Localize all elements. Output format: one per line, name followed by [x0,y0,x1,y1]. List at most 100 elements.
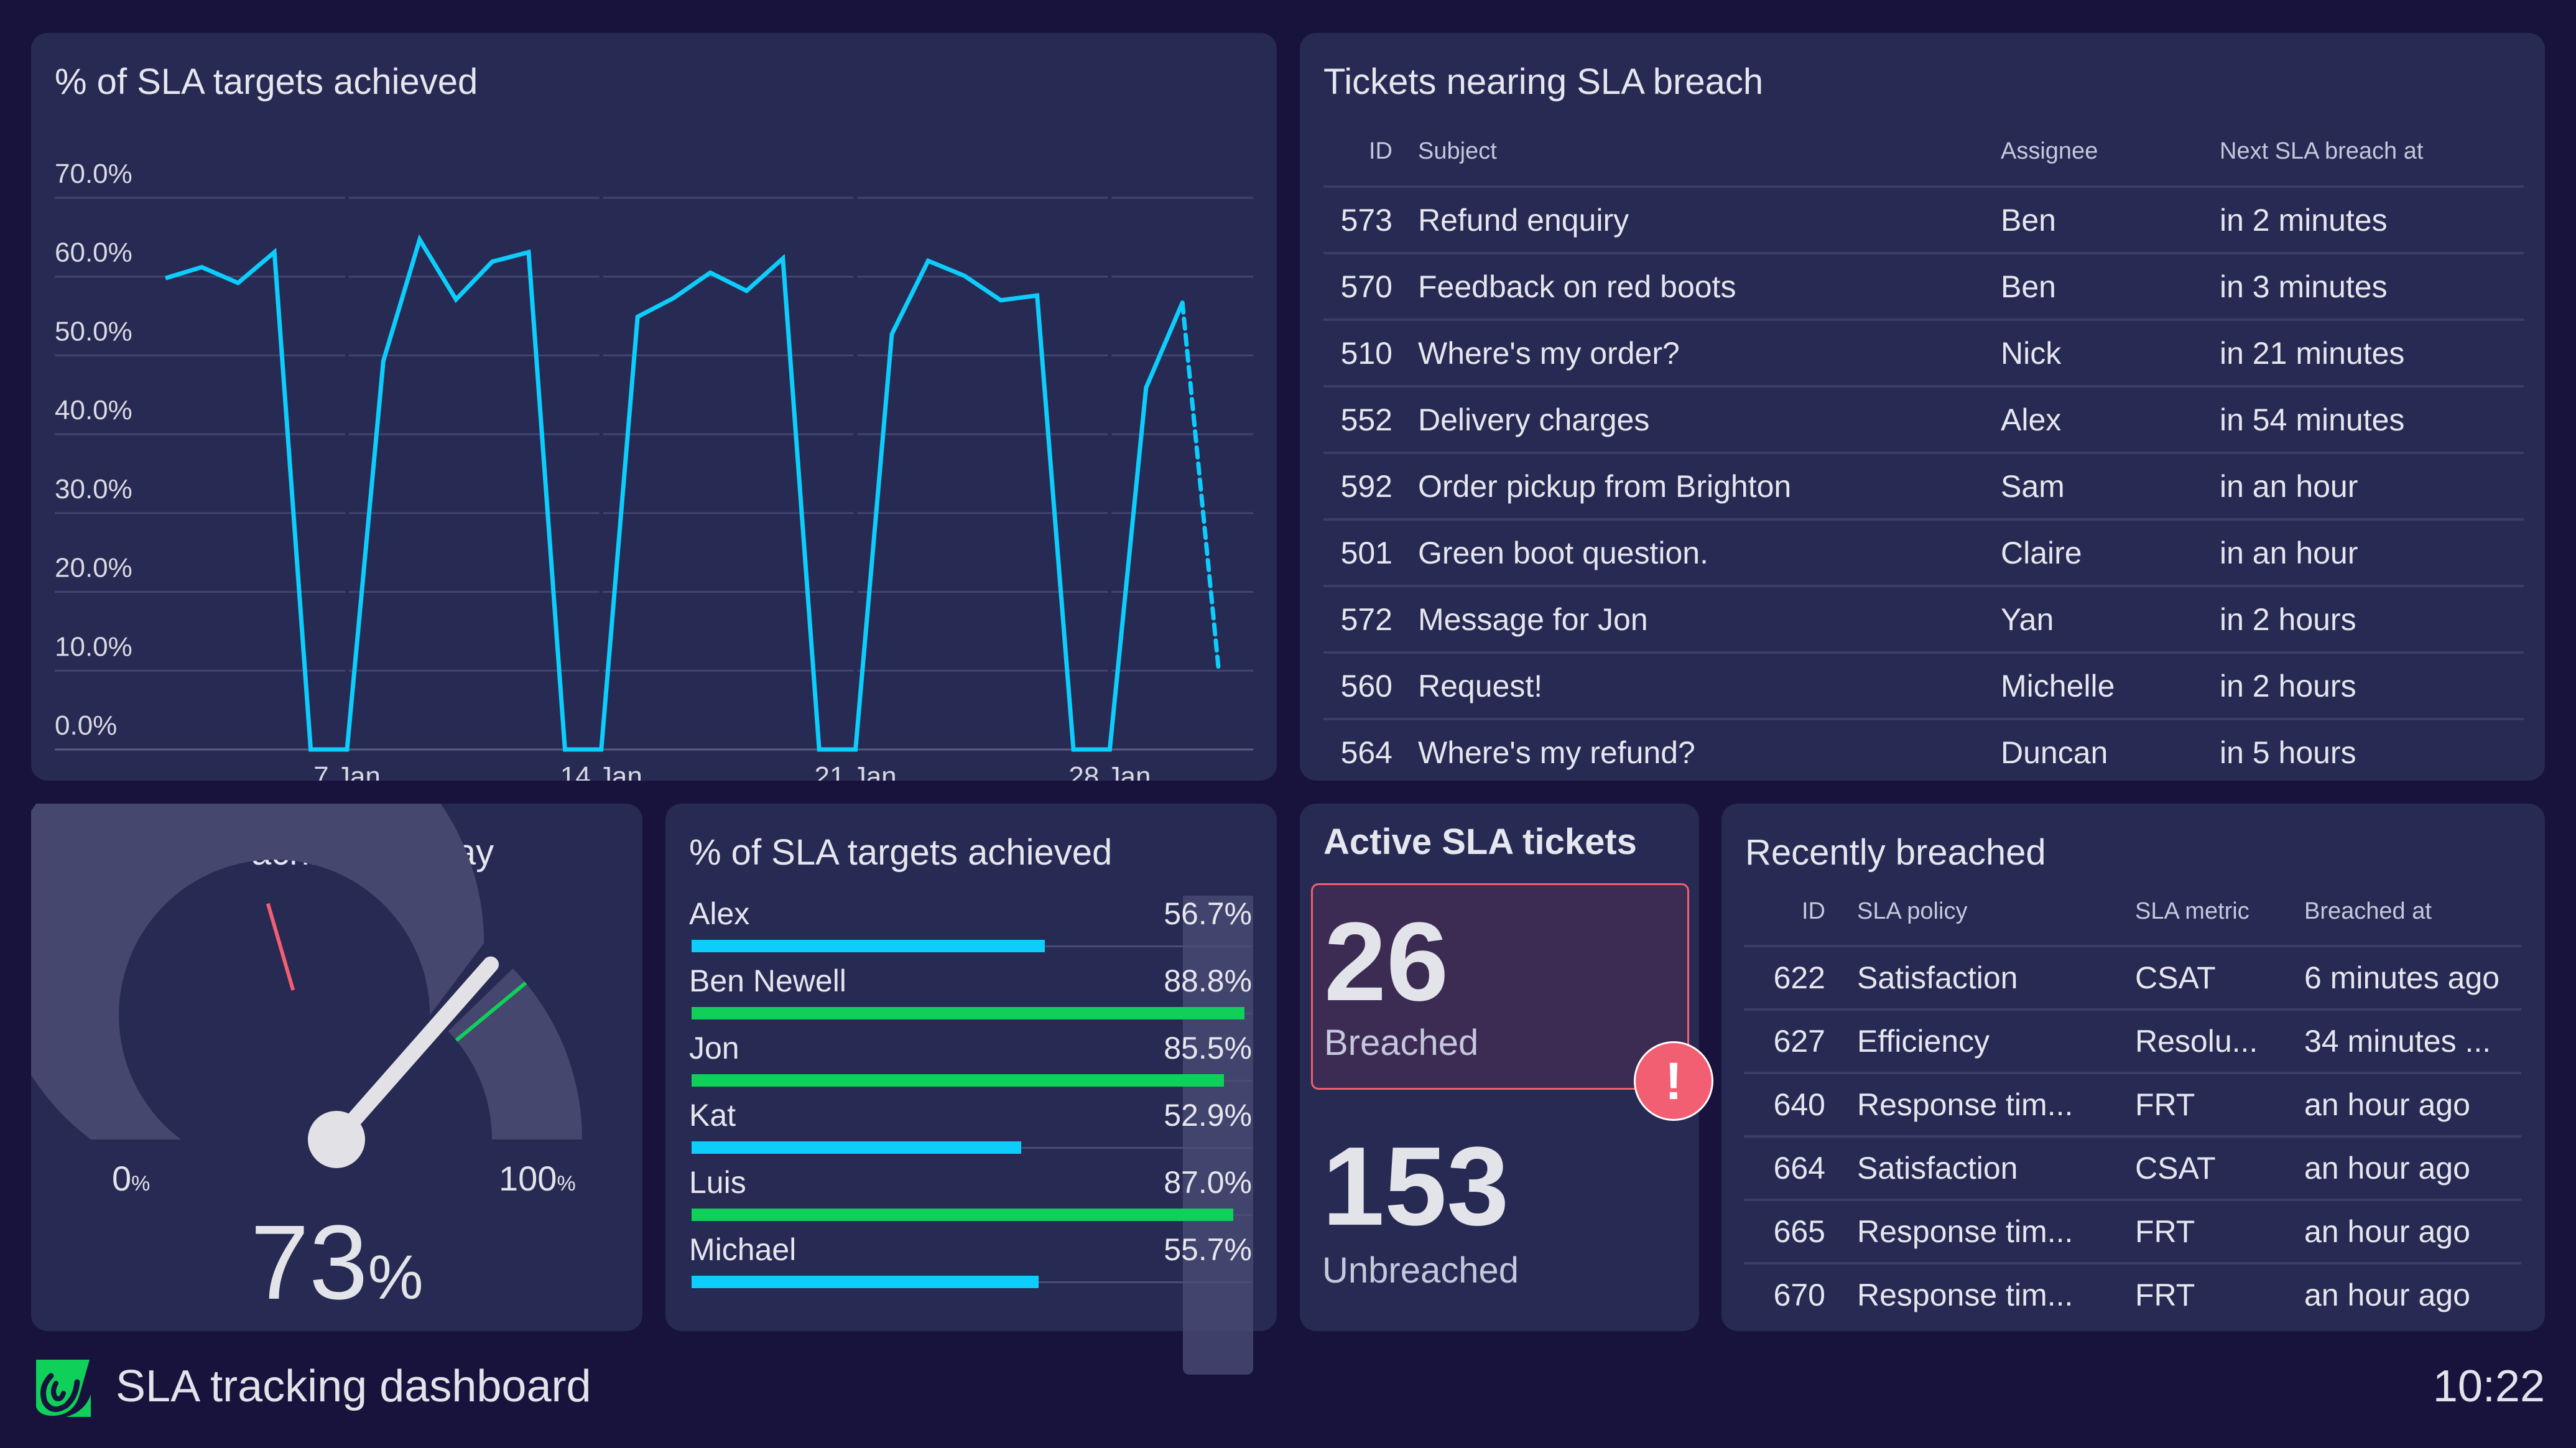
y-tick-label: 10.0% [55,631,132,662]
y-tick-label: 30.0% [55,474,132,504]
ticket-next-breach: in 5 hours [2219,718,2524,784]
ticket-next-breach: in 21 minutes [2219,318,2524,386]
bar-row: Jon 85.5% [689,1030,1252,1097]
breach-id: 665 [1744,1199,1856,1263]
gauge-needle-hub [308,1111,365,1168]
ticket-next-breach: in 2 minutes [2219,185,2524,253]
ticket-subject: Where's my refund? [1417,718,2000,784]
ticket-next-breach: in 2 hours [2219,651,2524,719]
ticket-row[interactable]: 570 Feedback on red boots Ben in 3 minutes [1323,252,2524,320]
ticket-id: 564 [1323,718,1417,784]
breach-id: 627 [1744,1008,1856,1073]
recently-breached-table: ID SLA policy SLA metric Breached at 622… [1744,878,2521,1325]
ticket-next-breach: in an hour [2219,518,2524,586]
column-header-subject: Subject [1418,137,1497,164]
table-header-row: ID Subject Assignee Next SLA breach at [1323,117,2524,187]
panel-title: Active SLA tickets [1323,822,1637,862]
breach-row[interactable]: 627 Efficiency Resolu... 34 minutes ... [1744,1008,2521,1073]
ticket-assignee: Sam [2000,452,2219,519]
series-line [164,234,1185,752]
breach-metric: FRT [2134,1262,2304,1325]
x-tick-label: 14 Jan [560,761,642,781]
bar-label: Kat [689,1098,736,1133]
ticket-next-breach: in 3 minutes [2219,252,2524,320]
breach-row[interactable]: 664 Satisfaction CSAT an hour ago [1744,1135,2521,1200]
ticket-row[interactable]: 552 Delivery charges Alex in 54 minutes [1323,385,2524,453]
ticket-id: 592 [1323,452,1417,519]
ticket-next-breach: in 54 minutes [2219,385,2524,453]
ticket-row[interactable]: 560 Request! Michelle in 2 hours [1323,651,2524,719]
bar [692,940,1045,952]
ticket-assignee: Yan [2000,585,2219,652]
panel-title: Tickets nearing SLA breach [1323,62,1764,102]
bar-row: Ben Newell 88.8% [689,963,1252,1030]
breach-policy: Satisfaction [1856,945,2134,1009]
dashboard-title: SLA tracking dashboard [116,1362,591,1411]
breached-count: 26 [1324,899,1449,1024]
bar-value-label: 87.0% [1164,1165,1252,1200]
breach-id: 622 [1744,945,1856,1009]
ticket-id: 570 [1323,252,1417,320]
ticket-row[interactable]: 564 Where's my refund? Duncan in 5 hours [1323,718,2524,784]
panel-title: % of SLA targets achieved [689,832,1113,873]
ticket-assignee: Claire [2000,518,2219,586]
swirl-logo-icon [36,1360,91,1417]
ticket-row[interactable]: 573 Refund enquiry Ben in 2 minutes [1323,185,2524,253]
gauge-max-label: 100% [499,1159,576,1198]
series-line-partial [1180,300,1221,673]
breach-policy: Response tim... [1856,1199,2134,1263]
x-tick-label: 21 Jan [815,761,897,781]
breach-row[interactable]: 622 Satisfaction CSAT 6 minutes ago [1744,945,2521,1009]
breach-time: 34 minutes ... [2304,1008,2521,1073]
breach-row[interactable]: 665 Response tim... FRT an hour ago [1744,1199,2521,1263]
ticket-assignee: Ben [2000,252,2219,320]
ticket-assignee: Michelle [2000,651,2219,719]
breach-row[interactable]: 670 Response tim... FRT an hour ago [1744,1262,2521,1325]
column-header-assignee: Assignee [2001,137,2098,164]
column-header-id: ID [1369,137,1392,164]
breach-policy: Satisfaction [1856,1135,2134,1200]
breach-row[interactable]: 640 Response tim... FRT an hour ago [1744,1072,2521,1136]
breached-label: Breached [1324,1023,1479,1063]
breach-id: 670 [1744,1262,1856,1325]
clock-time: 10:22 [2432,1362,2545,1411]
ticket-subject: Message for Jon [1417,585,2000,652]
breach-time: an hour ago [2304,1199,2521,1263]
bar-label: Luis [689,1165,746,1200]
breach-time: 6 minutes ago [2304,945,2521,1009]
active-sla-tickets-panel: Active SLA tickets 26 Breached ! 153 Unb… [1300,804,1713,1331]
ticket-row[interactable]: 572 Message for Jon Yan in 2 hours [1323,585,2524,652]
ticket-id: 501 [1323,518,1417,586]
x-tick-label: 7 Jan [313,761,381,781]
breach-id: 664 [1744,1135,1856,1200]
ticket-row[interactable]: 501 Green boot question. Claire in an hour [1323,518,2524,586]
column-header-breached-at: Breached at [2304,898,2432,924]
alert-icon: ! [1634,1041,1713,1121]
ticket-row[interactable]: 510 Where's my order? Nick in 21 minutes [1323,318,2524,386]
ticket-subject: Request! [1417,651,2000,719]
breached-card: 26 Breached [1311,883,1689,1090]
breach-metric: FRT [2134,1072,2304,1136]
ticket-row[interactable]: 592 Order pickup from Brighton Sam in an ho… [1323,452,2524,519]
bar-row: Luis 87.0% [689,1164,1252,1232]
unbreached-count: 153 [1322,1124,1509,1249]
bar [692,1007,1244,1019]
breach-time: an hour ago [2304,1135,2521,1200]
tickets-nearing-breach-panel: Tickets nearing SLA breach ID Subject As… [1300,33,2545,784]
gauge-panel: SLA targets achieved today 0% 100% 73% [31,804,642,1331]
y-tick-label: 40.0% [55,395,132,425]
ticket-subject: Where's my order? [1417,318,2000,386]
bar-label: Jon [689,1031,739,1065]
panel-title: Recently breached [1745,832,2046,873]
line-chart-panel: % of SLA targets achieved 0.0% 10.0% 20.0%… [31,33,1277,781]
column-header-sla-policy: SLA policy [1857,898,1968,924]
breach-metric: FRT [2134,1199,2304,1263]
ticket-id: 572 [1323,585,1417,652]
recently-breached-panel: Recently breached ID SLA policy SLA metr… [1721,804,2545,1331]
y-tick-label: 60.0% [55,238,132,268]
column-header-sla-metric: SLA metric [2135,898,2249,924]
bar-value-label: 85.5% [1164,1031,1252,1065]
ticket-id: 560 [1323,651,1417,719]
bar-value-label: 52.9% [1164,1098,1252,1133]
column-header-next-breach: Next SLA breach at [2220,137,2424,164]
